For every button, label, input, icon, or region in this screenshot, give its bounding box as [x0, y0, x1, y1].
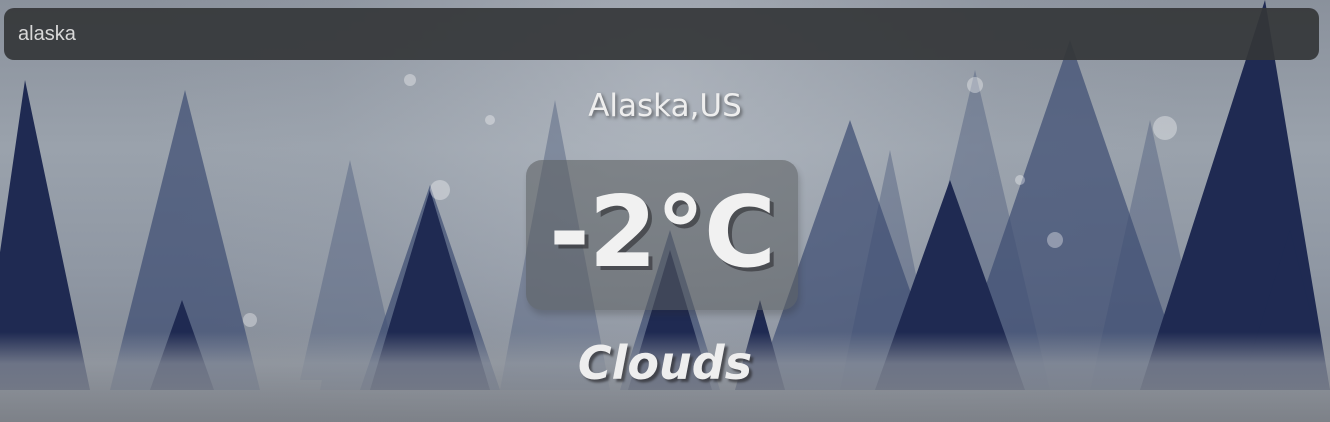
search-bar[interactable]: [4, 8, 1319, 60]
search-input[interactable]: [18, 8, 1305, 60]
temperature-card: -2°C: [526, 160, 798, 310]
weather-condition: Clouds: [577, 336, 753, 390]
temperature-value: -2°C: [549, 176, 776, 290]
weather-app: Alaska,US -2°C Clouds: [0, 0, 1330, 422]
location-name: Alaska,US: [588, 88, 742, 124]
